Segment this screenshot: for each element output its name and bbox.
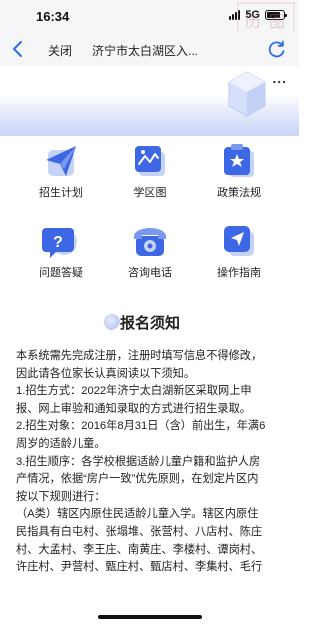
notice-header: 报名须知: [0, 310, 299, 334]
grid-item-consultation-phone[interactable]: 咨询电话: [105, 216, 195, 282]
decorative-cube-icon: [228, 71, 266, 117]
notice-line: 许庄村、尹营村、甄庄村、甄店村、李集村、毛行: [16, 561, 263, 574]
svg-text:?: ?: [53, 234, 63, 251]
clipboard-star-icon: [224, 144, 254, 177]
close-button[interactable]: 关闭: [48, 42, 72, 59]
paper-plane-icon: [46, 146, 76, 176]
notice-line: 产情况，依据“房户一致”优先原则，在划定片区内: [16, 473, 259, 486]
notice-line: 3.招生顺序：各学校根据适龄儿童户籍和监护人房: [16, 455, 261, 468]
grid-label: 学区图: [133, 187, 167, 199]
notice-line: 村、大孟村、李王庄、南黄庄、李楼村、谭岗村、: [16, 543, 263, 556]
notice-line: （A类）辖区内原住民适龄儿童入学。辖区内原住: [16, 508, 259, 521]
grid-label: 操作指南: [217, 267, 261, 279]
notice-line: 按以下规则进行：: [16, 490, 106, 503]
grid-item-enrollment-plan[interactable]: 招生计划: [16, 136, 106, 202]
notice-line: 报、网上审验和通知录取的方式进行招生录取。: [16, 402, 251, 415]
status-time: 16:34: [36, 9, 70, 24]
page-title: 济宁市太白湖区入...: [92, 44, 199, 58]
cursor-arrow-icon: [224, 226, 254, 256]
grid-label: 招生计划: [39, 187, 83, 199]
function-grid: 招生计划 学区图 政策法规 ? 问题答疑 咨询电话 操作指南: [0, 136, 299, 284]
nav-bar: 关闭 济宁市太白湖区入...: [0, 32, 299, 66]
notice-line: 1.招生方式：2022年济宁太白湖新区采取网上申: [16, 385, 252, 398]
chevron-left-icon[interactable]: [8, 38, 28, 60]
notice-body: 本系统需先完成注册，注册时填写信息不得修改， 因此请各位家长认真阅读以下须知。 …: [16, 348, 286, 577]
grid-label: 问题答疑: [39, 267, 83, 279]
home-indicator[interactable]: [98, 615, 202, 619]
more-options-button[interactable]: ...: [272, 70, 287, 86]
grid-item-policies[interactable]: 政策法规: [194, 136, 284, 202]
notice-line: 2.招生对象：2016年8月31日（含）前出生，年满6: [16, 420, 266, 433]
decorative-bubble-icon: [104, 314, 120, 330]
notice-line: 周岁的适龄儿童。: [16, 437, 106, 450]
map-icon: [135, 146, 165, 176]
notice-line: 本系统需先完成注册，注册时填写信息不得修改，: [16, 350, 263, 362]
grid-item-faq[interactable]: ? 问题答疑: [16, 216, 106, 282]
notice-line: 民指具有白屯村、张塌堆、张营村、八店村、陈庄: [16, 525, 263, 538]
grid-item-operation-guide[interactable]: 操作指南: [194, 216, 284, 282]
status-bar: 16:34 5G 历 图 天 圖: [0, 0, 299, 62]
grid-label: 咨询电话: [128, 267, 172, 279]
refresh-icon[interactable]: [267, 39, 287, 59]
grid-label: 政策法规: [217, 187, 261, 199]
notice-title: 报名须知: [120, 315, 181, 332]
telephone-icon: [134, 228, 166, 256]
question-bubble-icon: ?: [42, 228, 77, 258]
notice-line: 因此请各位家长认真阅读以下须知。: [16, 367, 196, 380]
grid-item-school-district-map[interactable]: 学区图: [105, 136, 195, 202]
